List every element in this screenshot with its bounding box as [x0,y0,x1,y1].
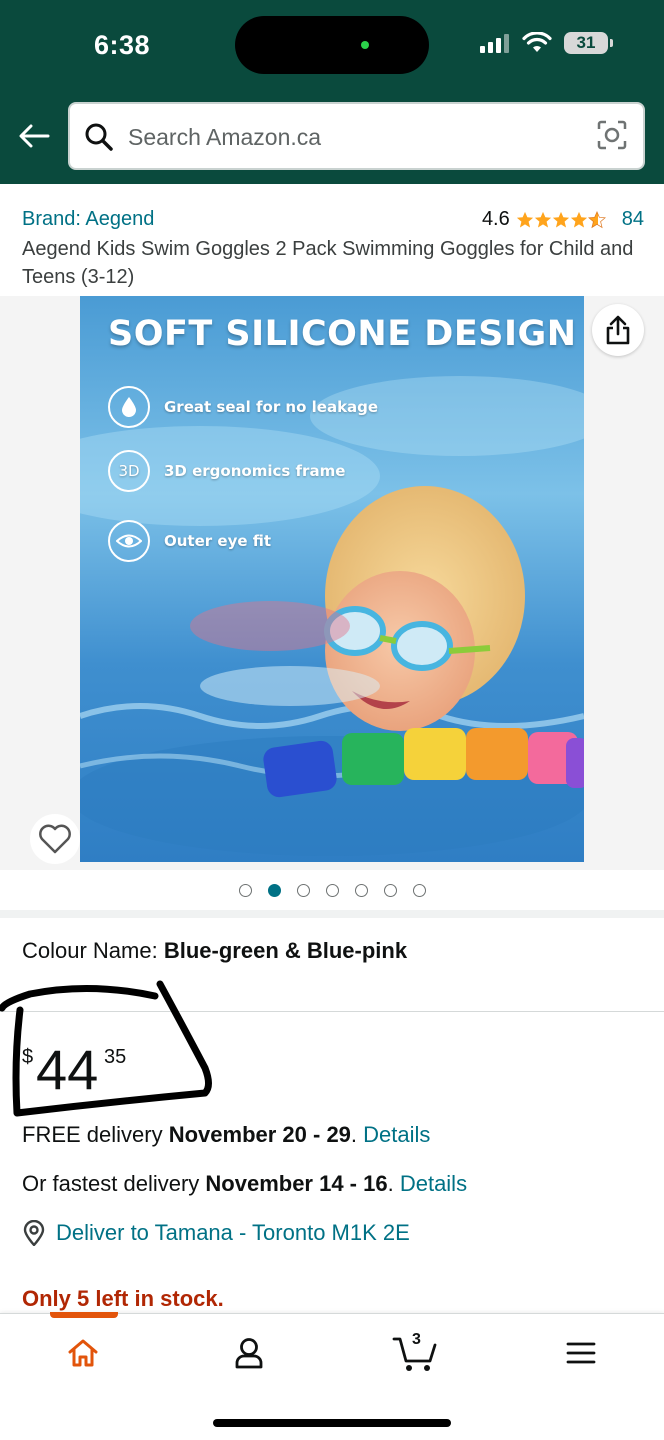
droplet-icon [108,386,150,428]
brand-rating-row: Brand: Aegend 4.6 84 [22,208,644,236]
feature-seal: Great seal for no leakage [108,386,378,428]
star-full-icon [570,211,587,227]
pagination-dot[interactable] [412,883,426,897]
3d-icon: 3D [108,450,150,492]
search-bar[interactable] [68,102,645,170]
colour-label: Colour Name: [22,938,164,963]
feature-label: 3D ergonomics frame [164,462,346,480]
battery-icon: 31 [564,32,613,54]
free-delivery: FREE delivery November 20 - 29. Details [22,1122,430,1148]
pagination-dot[interactable] [325,883,339,897]
back-button[interactable] [16,118,52,154]
rating-stars [516,210,606,229]
account-icon [235,1338,263,1369]
feature-label: Outer eye fit [164,532,272,550]
image-headline: SOFT SILICONE DESIGN [108,314,577,354]
camera-search-icon[interactable] [597,120,627,150]
product-gallery: SOFT SILICONE DESIGN Great seal for no l… [0,296,664,870]
free-delivery-prefix: FREE delivery [22,1122,169,1147]
battery-level: 31 [576,33,596,52]
nav-menu[interactable] [498,1314,664,1392]
location-pin-icon [23,1220,45,1246]
home-icon [68,1339,98,1367]
free-delivery-suffix: . [350,1122,364,1147]
cellular-signal-icon [480,34,509,53]
eye-icon [108,520,150,562]
product-image[interactable]: SOFT SILICONE DESIGN Great seal for no l… [80,296,584,862]
cart-count-badge: 3 [412,1331,421,1348]
feature-label: Great seal for no leakage [164,398,379,416]
pagination-dot[interactable] [354,883,368,897]
arrow-left-icon [19,124,50,148]
free-delivery-details-link[interactable]: Details [363,1122,430,1147]
fastest-delivery-suffix: . [387,1171,400,1196]
dynamic-island [235,16,429,74]
menu-icon [566,1342,596,1364]
price-currency: $ [22,1046,34,1068]
fastest-delivery-dates: November 14 - 16 [205,1171,388,1196]
star-full-icon [516,211,533,227]
pagination-dot[interactable] [296,883,310,897]
share-button[interactable] [592,304,644,356]
add-to-wishlist-button[interactable] [30,814,80,864]
image-pagination [0,870,664,910]
free-delivery-dates: November 20 - 29 [168,1122,351,1147]
pagination-dot[interactable] [383,883,397,897]
colour-selection: Colour Name: Blue-green & Blue-pink [22,938,407,964]
pagination-dot[interactable] [267,883,281,897]
colour-value: Blue-green & Blue-pink [163,938,408,963]
star-half-icon [587,210,606,228]
search-icon [85,123,113,151]
feature-3d: 3D 3D ergonomics frame [108,450,345,492]
home-indicator[interactable] [213,1419,451,1427]
brand-link[interactable]: Brand: Aegend [22,208,154,231]
app-header: 6:38 31 [0,0,664,184]
price-whole: 44 [36,1038,99,1101]
fastest-delivery: Or fastest delivery November 14 - 16. De… [22,1171,467,1197]
status-time: 6:38 [94,30,151,60]
fastest-delivery-prefix: Or fastest delivery [22,1171,206,1196]
product-title: Aegend Kids Swim Goggles 2 Pack Swimming… [22,238,634,288]
divider [0,1011,664,1012]
deliver-to-link[interactable]: Deliver to Tamana - Toronto M1K 2E [22,1220,410,1246]
star-full-icon [552,211,569,227]
rating[interactable]: 4.6 84 [482,208,644,231]
price-fraction: 35 [104,1046,127,1068]
wifi-icon [522,32,552,52]
nav-cart[interactable]: 3 [332,1314,498,1392]
share-icon [606,315,630,345]
fastest-delivery-details-link[interactable]: Details [400,1171,467,1196]
pool-photo [80,296,584,862]
section-divider [0,910,664,918]
stock-status: Only 5 left in stock. [22,1286,224,1311]
star-full-icon [534,211,551,227]
cart-icon-wrap: 3 [392,1331,438,1373]
nav-account[interactable] [166,1314,332,1392]
nav-home[interactable] [0,1312,166,1392]
heart-icon [39,824,71,854]
pagination-dot[interactable] [238,883,252,897]
deliver-to-label: Deliver to Tamana - Toronto M1K 2E [56,1220,410,1245]
nav-active-indicator [50,1312,118,1318]
search-input[interactable] [128,118,588,156]
status-icons: 31 [480,32,613,54]
review-count-link[interactable]: 84 [622,208,644,231]
rating-value: 4.6 [481,208,510,230]
feature-eye: Outer eye fit [108,520,271,562]
camera-indicator-icon [361,41,369,49]
